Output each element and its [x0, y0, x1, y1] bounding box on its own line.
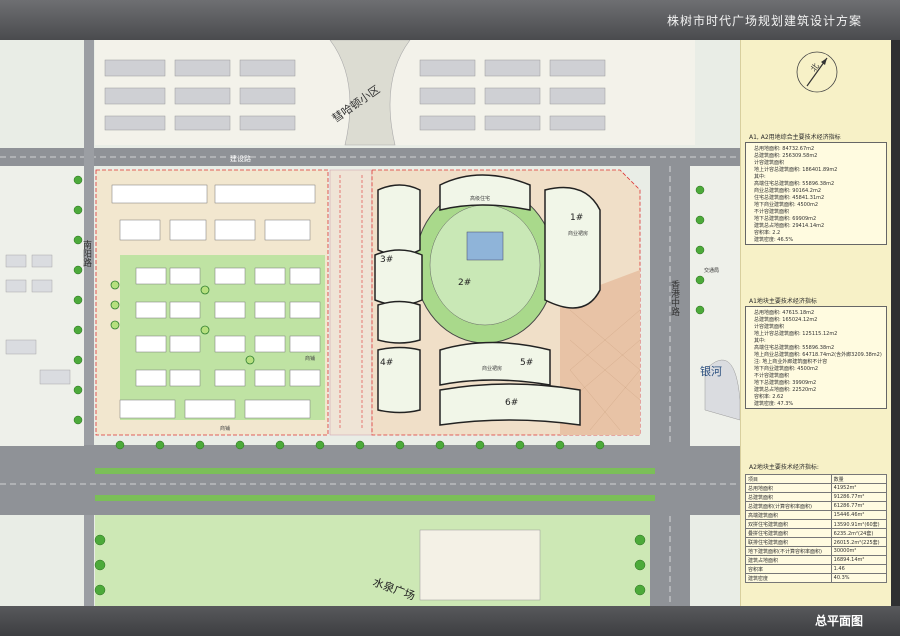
bank-label: 银河 [700, 364, 722, 378]
table-cell: 40.3% [830, 573, 888, 583]
a1b-line: 总用地面积: 47615.18m2 [754, 310, 815, 316]
a1b-line: 建筑密度: 47.3% [754, 401, 794, 407]
building-2-label: 2# [458, 278, 471, 288]
a1b-line: 地上计容总建筑面积: 125115.12m2 [754, 331, 838, 337]
table-row: 总建筑面积 91286.77m² [745, 492, 888, 502]
a1b-line: 地下总建筑面积: 39909m2 [754, 380, 817, 386]
a1b-indicators: 总用地面积: 47615.18m2 总建筑面积: 165024.12m2 计容建… [745, 306, 887, 409]
table-cell: 联排住宅建筑面积 [745, 537, 832, 547]
table-cell: 91286.77m² [830, 492, 888, 502]
a1b-line: 建筑总占地面积: 22520m2 [754, 387, 817, 393]
table-cell: 总建筑面积 [745, 492, 832, 502]
table-header-cell: 数量 [830, 474, 888, 484]
building-4-label: 4# [380, 358, 393, 368]
a1b-line: 总建筑面积: 165024.12m2 [754, 317, 818, 323]
table-row: 总用地面积 41952m² [745, 483, 888, 493]
table-cell: 1.46 [830, 564, 888, 574]
table-row: 地下建筑面积(不计算容积率面积) 30000m² [745, 546, 888, 556]
shop-label: 商铺 [305, 355, 315, 362]
a1b-line: 注: 地上商业外廊建筑面积不计容 [754, 359, 828, 365]
table-cell: 高端建筑面积 [745, 510, 832, 520]
a1-line: 地下总建筑面积: 69909m2 [754, 216, 817, 222]
table-header-row: 项目 数量 [745, 474, 888, 484]
table-cell: 总用地面积 [745, 483, 832, 493]
table-cell: 41952m² [830, 483, 888, 493]
a1b-line: 高端住宅总建筑面积: 55896.38m2 [754, 345, 835, 351]
footer-bar [0, 606, 900, 636]
table-row: 双拼住宅建筑面积 13590.91m²(60套) [745, 519, 888, 529]
sheet-title: 株树市时代广场规划建筑设计方案 [666, 14, 862, 28]
table-cell: 15446.46m² [830, 510, 888, 520]
table-row: 叠拼住宅建筑面积 6235.2m²(24套) [745, 528, 888, 538]
building-6-label: 6# [505, 398, 518, 408]
table-row: 容积率 1.46 [745, 564, 888, 574]
table-cell: 总建筑面积(计算容积率面积) [745, 501, 832, 511]
table-cell: 16894.14m² [830, 555, 888, 565]
table-row: 高端建筑面积 15446.46m² [745, 510, 888, 520]
a1-line: 住宅总建筑面积: 45841.31m2 [754, 195, 825, 201]
a1-line: 容积率: 2.2 [754, 230, 781, 236]
a1b-line: 地上商业总建筑面积: 64718.74m2(含外廊3209.38m2) [754, 352, 882, 358]
a1b-title: A1地块主要技术经济指标 [749, 298, 817, 305]
table-header-cell: 项目 [745, 474, 832, 484]
index-panel: 北 A1, A2用地综合主要技术经济指标 总用地面积: 84732.67m2 总… [740, 40, 891, 606]
table-row: 联排住宅建筑面积 26015.2m²(225套) [745, 537, 888, 547]
a1-line: 地下商业建筑面积: 4500m2 [754, 202, 819, 208]
residence-label: 高级住宅 [470, 195, 490, 202]
a1-line: 其中: [754, 174, 766, 180]
a1-line: 不计容建筑面积 [754, 209, 790, 215]
table-cell: 容积率 [745, 564, 832, 574]
a1-line: 建筑总占地面积: 29414.14m2 [754, 223, 825, 229]
a1-line: 高端住宅总建筑面积: 55896.38m2 [754, 181, 835, 187]
table-row: 建筑占地面积 16894.14m² [745, 555, 888, 565]
podium-2-label: 商业裙房 [482, 365, 502, 372]
podium-label: 商业裙房 [568, 230, 588, 237]
table-row: 建筑密度 40.3% [745, 573, 888, 583]
table-cell: 6235.2m²(24套) [830, 528, 888, 538]
table-cell: 61286.77m² [830, 501, 888, 511]
a1b-line: 容积率: 2.62 [754, 394, 784, 400]
a1-title: A1, A2用地综合主要技术经济指标 [749, 134, 841, 141]
table-cell: 30000m² [830, 546, 888, 556]
road-top-label: 建设路 [230, 154, 251, 163]
table-cell: 双拼住宅建筑面积 [745, 519, 832, 529]
a2-table: 项目 数量 总用地面积 41952m² 总建筑面积 91286.77m² 总建筑面积… [745, 474, 888, 583]
a1b-line: 地下商业建筑面积: 4500m2 [754, 366, 819, 372]
table-row: 总建筑面积(计算容积率面积) 61286.77m² [745, 501, 888, 511]
a1-line: 计容建筑面积 [754, 160, 785, 166]
building-5-label: 5# [520, 358, 533, 368]
road-left-label: 南阳路 [81, 239, 92, 268]
shop-2-label: 商铺 [220, 425, 230, 432]
a1-line: 建筑密度: 46.5% [754, 237, 794, 243]
table-cell: 叠拼住宅建筑面积 [745, 528, 832, 538]
a1b-line: 计容建筑面积 [754, 324, 785, 330]
a1-line: 总用地面积: 84732.67m2 [754, 146, 815, 152]
table-cell: 地下建筑面积(不计算容积率面积) [745, 546, 832, 556]
building-3-label: 3# [380, 255, 393, 265]
site-plan: 彗哈顿小区 南阳路 香港中路 建设路 水泉广场 银河 交通局 1# 2# 3# … [0, 40, 740, 606]
table-cell: 建筑占地面积 [745, 555, 832, 565]
a2-title: A2地块主要技术经济指标: [749, 464, 819, 471]
a1b-line: 其中: [754, 338, 766, 344]
road-right-label: 香港中路 [669, 280, 680, 317]
table-cell: 26015.2m²(225套) [830, 537, 888, 547]
a1-line: 总建筑面积: 256309.58m2 [754, 153, 818, 159]
table-cell: 13590.91m²(60套) [830, 519, 888, 529]
a1-line: 地上计容总建筑面积: 186401.89m2 [754, 167, 838, 173]
traffic-label: 交通局 [704, 267, 719, 274]
table-cell: 建筑密度 [745, 573, 832, 583]
sheet-name: 总平面图 [815, 614, 864, 628]
a1-indicators: 总用地面积: 84732.67m2 总建筑面积: 256309.58m2 计容建… [745, 142, 887, 245]
a1b-line: 不计容建筑面积 [754, 373, 790, 379]
building-1-label: 1# [570, 213, 583, 223]
a1-line: 商业总建筑面积: 90164.2m2 [754, 188, 822, 194]
